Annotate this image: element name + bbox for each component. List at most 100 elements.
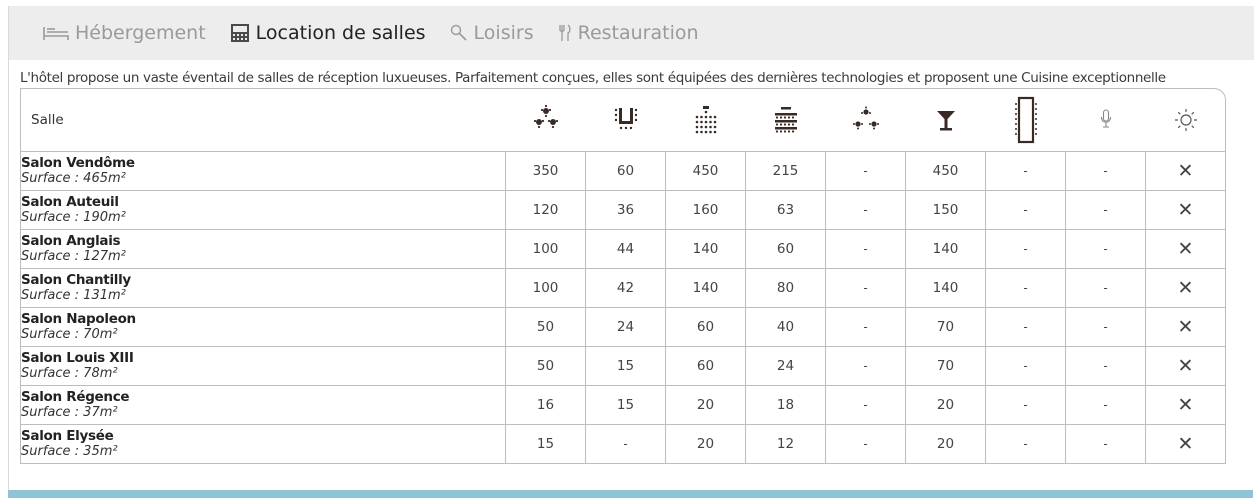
room-name-cell: Salon Napoleon Surface : 70m²	[20, 308, 506, 347]
capacity-cell-cocktail: 140	[906, 269, 986, 308]
room-name: Salon Napoleon	[21, 311, 136, 327]
tab-bar: Hébergement Location de salles Loisirs R…	[9, 6, 1254, 60]
room-name: Salon Anglais	[21, 233, 121, 249]
capacity-cell-theatre: 60	[666, 347, 746, 386]
table-row: Salon Napoleon Surface : 70m² 50 24 60 40-70-…	[20, 308, 1226, 347]
capacity-cell-microphone: -	[1066, 308, 1146, 347]
capacity-cell-cocktail: 70	[906, 347, 986, 386]
table-row: Salon Vendôme Surface : 465m² 350 60 450 215-…	[20, 152, 1226, 191]
cabaret-icon	[506, 102, 586, 138]
capacity-cell-microphone: -	[1066, 386, 1146, 425]
room-surface: Surface : 465m²	[21, 171, 126, 186]
capacity-cell-u-shape: 60	[586, 152, 666, 191]
capacity-cell-theatre: 60	[666, 308, 746, 347]
room-name: Salon Vendôme	[21, 155, 135, 171]
cocktail-icon	[906, 102, 986, 138]
capacity-cell-u-shape: 44	[586, 230, 666, 269]
capacity-cell-boardroom: -	[986, 269, 1066, 308]
room-surface: Surface : 127m²	[21, 249, 126, 264]
capacity-cell-u-shape: 36	[586, 191, 666, 230]
room-name-cell: Salon Vendôme Surface : 465m²	[20, 152, 506, 191]
capacity-cell-theatre: 140	[666, 269, 746, 308]
capacity-cell-u-shape: 24	[586, 308, 666, 347]
room-name: Salon Louis XIII	[21, 350, 134, 366]
capacity-cell-cocktail: 140	[906, 230, 986, 269]
room-surface: Surface : 37m²	[21, 405, 118, 420]
column-header-u-shape	[586, 88, 666, 152]
capacity-cell-cocktail: 150	[906, 191, 986, 230]
capacity-cell-classroom: 18	[746, 386, 826, 425]
capacity-cell-classroom: 40	[746, 308, 826, 347]
tab-location-de-salles[interactable]: Location de salles	[230, 22, 426, 44]
room-name: Salon Régence	[21, 389, 130, 405]
capacity-cell-u-shape: -	[586, 425, 666, 464]
capacity-cell-banquet: -	[826, 386, 906, 425]
capacity-cell-microphone: -	[1066, 425, 1146, 464]
capacity-cell-theatre: 160	[666, 191, 746, 230]
capacity-cell-u-shape: 15	[586, 347, 666, 386]
capacity-cell-u-shape: 42	[586, 269, 666, 308]
room-surface: Surface : 131m²	[21, 288, 126, 303]
column-header-banquet	[826, 88, 906, 152]
tab-restauration[interactable]: Restauration	[558, 22, 699, 44]
intro-text: L'hôtel propose un vaste éventail de sal…	[20, 70, 1166, 86]
boardroom-icon	[986, 95, 1066, 145]
room-name-cell: Salon Louis XIII Surface : 78m²	[20, 347, 506, 386]
capacity-cell-cocktail: 20	[906, 425, 986, 464]
capacity-cell-classroom: 12	[746, 425, 826, 464]
capacity-cell-cabaret: 350	[506, 152, 586, 191]
tab-label: Loisirs	[473, 22, 534, 44]
room-name-cell: Salon Auteuil Surface : 190m²	[20, 191, 506, 230]
capacity-cell-daylight: ✕	[1146, 152, 1226, 191]
capacity-cell-banquet: -	[826, 425, 906, 464]
table-row: Salon Chantilly Surface : 131m² 100 42 140 80…	[20, 269, 1226, 308]
capacity-cell-boardroom: -	[986, 386, 1066, 425]
capacity-cell-theatre: 140	[666, 230, 746, 269]
capacity-cell-banquet: -	[826, 230, 906, 269]
capacity-cell-cabaret: 50	[506, 308, 586, 347]
capacity-cell-boardroom: -	[986, 347, 1066, 386]
capacity-cell-classroom: 63	[746, 191, 826, 230]
capacity-cell-cocktail: 450	[906, 152, 986, 191]
room-name: Salon Auteuil	[21, 194, 119, 210]
meeting-room-icon	[230, 23, 250, 43]
room-name-cell: Salon Régence Surface : 37m²	[20, 386, 506, 425]
capacity-cell-daylight: ✕	[1146, 269, 1226, 308]
room-surface: Surface : 35m²	[21, 444, 118, 459]
capacity-cell-daylight: ✕	[1146, 347, 1226, 386]
capacity-cell-cabaret: 120	[506, 191, 586, 230]
capacity-cell-boardroom: -	[986, 425, 1066, 464]
capacity-cell-microphone: -	[1066, 269, 1146, 308]
table-row: Salon Régence Surface : 37m² 16 15 20 18-20- -…	[20, 386, 1226, 425]
capacity-cell-banquet: -	[826, 269, 906, 308]
capacity-cell-classroom: 215	[746, 152, 826, 191]
tab-loisirs[interactable]: Loisirs	[450, 22, 534, 44]
rooms-table: Salle Salon Vendôme Surface: 465m² 350 …	[20, 88, 1226, 464]
capacity-cell-daylight: ✕	[1146, 386, 1226, 425]
table-row: Salon Anglais Surface : 127m² 100 44 140 60-1…	[20, 230, 1226, 269]
capacity-cell-cocktail: 70	[906, 308, 986, 347]
capacity-cell-microphone: -	[1066, 152, 1146, 191]
capacity-cell-cabaret: 50	[506, 347, 586, 386]
column-header-daylight	[1146, 88, 1226, 152]
capacity-cell-classroom: 24	[746, 347, 826, 386]
capacity-cell-classroom: 60	[746, 230, 826, 269]
table-row: Salon Elysée Surface : 35m² 15-20 12-20- - ✕	[20, 425, 1226, 464]
capacity-cell-banquet: -	[826, 308, 906, 347]
capacity-cell-daylight: ✕	[1146, 230, 1226, 269]
table-row: Salon Auteuil Surface : 190m² 120 36 160 63-1…	[20, 191, 1226, 230]
rooms-table-body: Salon Vendôme Surface : 465m² 350 60 450 215-…	[20, 152, 1226, 464]
capacity-cell-boardroom: -	[986, 230, 1066, 269]
capacity-cell-banquet: -	[826, 191, 906, 230]
capacity-cell-banquet: -	[826, 152, 906, 191]
theatre-icon	[666, 102, 746, 138]
capacity-cell-cabaret: 100	[506, 269, 586, 308]
microphone-icon	[1066, 102, 1146, 138]
room-name-cell: Salon Elysée Surface : 35m²	[20, 425, 506, 464]
capacity-cell-cabaret: 100	[506, 230, 586, 269]
capacity-cell-microphone: -	[1066, 191, 1146, 230]
tab-label: Location de salles	[255, 22, 426, 44]
bottom-accent-bar	[8, 490, 1253, 498]
classroom-icon	[746, 102, 826, 138]
tab-hebergement[interactable]: Hébergement	[43, 22, 206, 44]
